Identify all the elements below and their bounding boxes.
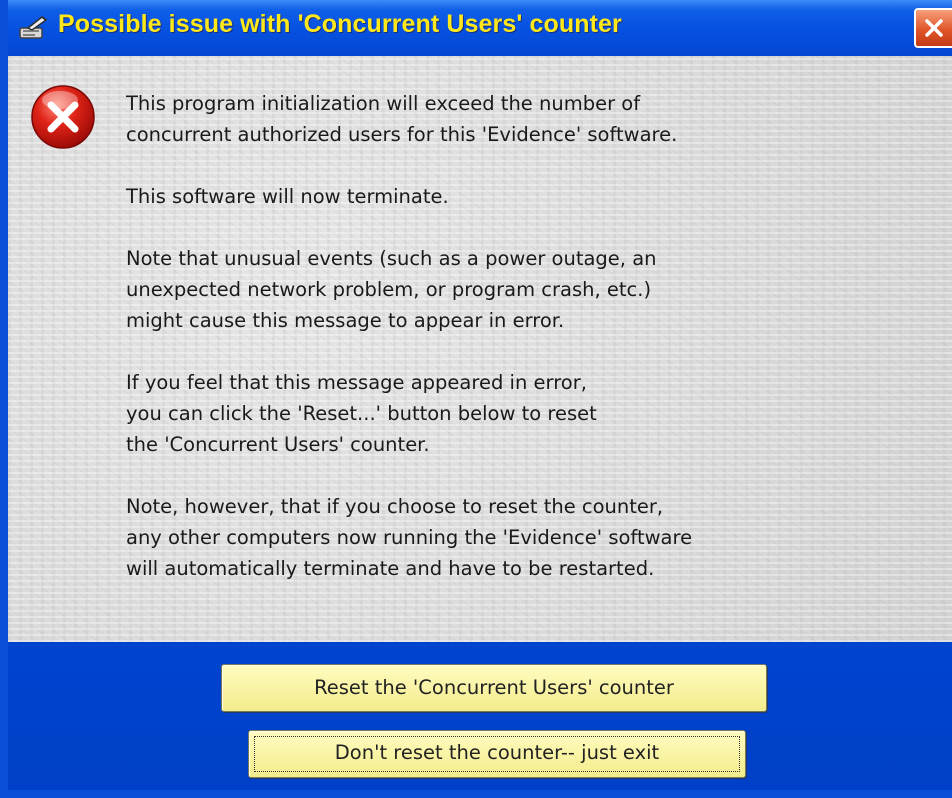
close-icon — [925, 19, 943, 37]
reset-counter-button-label: Reset the 'Concurrent Users' counter — [314, 676, 674, 699]
window-title: Possible issue with 'Concurrent Users' c… — [58, 10, 622, 38]
dialog-window: Possible issue with 'Concurrent Users' c… — [0, 0, 952, 798]
message-paragraph: Note, however, that if you choose to res… — [126, 495, 693, 580]
message-text: This program initialization will exceed … — [126, 88, 926, 615]
close-button[interactable] — [914, 8, 952, 48]
message-panel: ​ This program initialization will excee… — [8, 56, 952, 642]
title-bar[interactable]: Possible issue with 'Concurrent Users' c… — [8, 0, 952, 56]
exit-button-label: Don't reset the counter-- just exit — [334, 741, 660, 764]
message-paragraph: Note that unusual events (such as a powe… — [126, 247, 657, 332]
message-paragraph: If you feel that this message appeared i… — [126, 371, 597, 456]
message-paragraph: This program initialization will exceed … — [126, 92, 678, 146]
message-paragraph: This software will now terminate. — [126, 185, 449, 208]
gear-pen-icon — [18, 14, 50, 42]
reset-counter-button[interactable]: Reset the 'Concurrent Users' counter — [221, 664, 767, 712]
exit-button[interactable]: Don't reset the counter-- just exit — [248, 730, 746, 778]
error-icon — [30, 84, 96, 150]
